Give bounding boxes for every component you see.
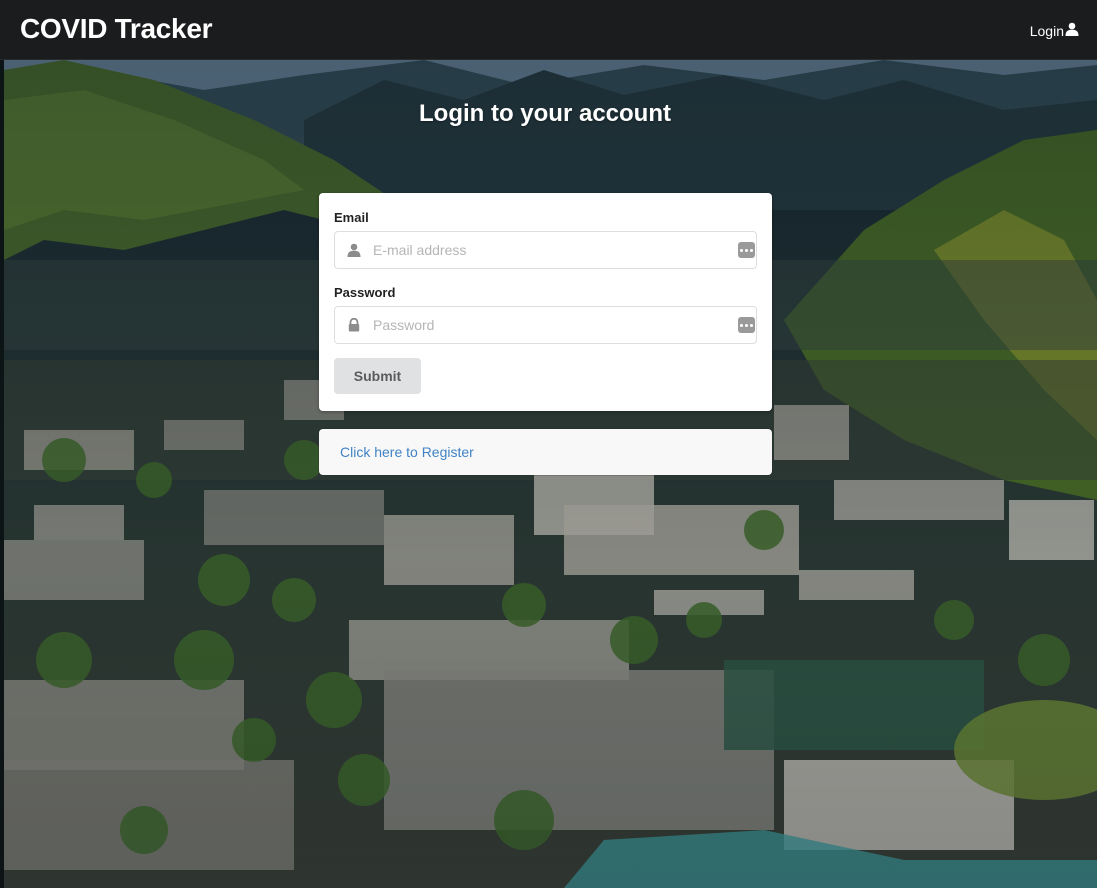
password-label: Password: [334, 285, 396, 300]
email-field[interactable]: [334, 231, 757, 269]
register-link[interactable]: Click here to Register: [340, 444, 474, 460]
submit-button[interactable]: Submit: [334, 358, 421, 394]
lock-icon: [347, 317, 361, 332]
brand-title[interactable]: COVID Tracker: [20, 13, 213, 45]
nav-login-label[interactable]: Login: [1030, 23, 1064, 39]
user-icon[interactable]: [1065, 22, 1079, 39]
password-input[interactable]: [373, 307, 733, 343]
password-manager-icon[interactable]: [738, 242, 755, 258]
password-field[interactable]: [334, 306, 757, 344]
register-message: Click here to Register: [319, 429, 772, 475]
password-manager-icon[interactable]: [738, 317, 755, 333]
login-form-card: Email Password Submit: [319, 193, 772, 411]
nav-login-link[interactable]: Login: [1030, 22, 1079, 39]
email-input[interactable]: [373, 232, 733, 268]
page-title: Login to your account: [419, 100, 671, 127]
user-icon: [347, 243, 361, 257]
email-label: Email: [334, 210, 369, 225]
top-navbar: COVID Tracker Login: [0, 0, 1097, 60]
